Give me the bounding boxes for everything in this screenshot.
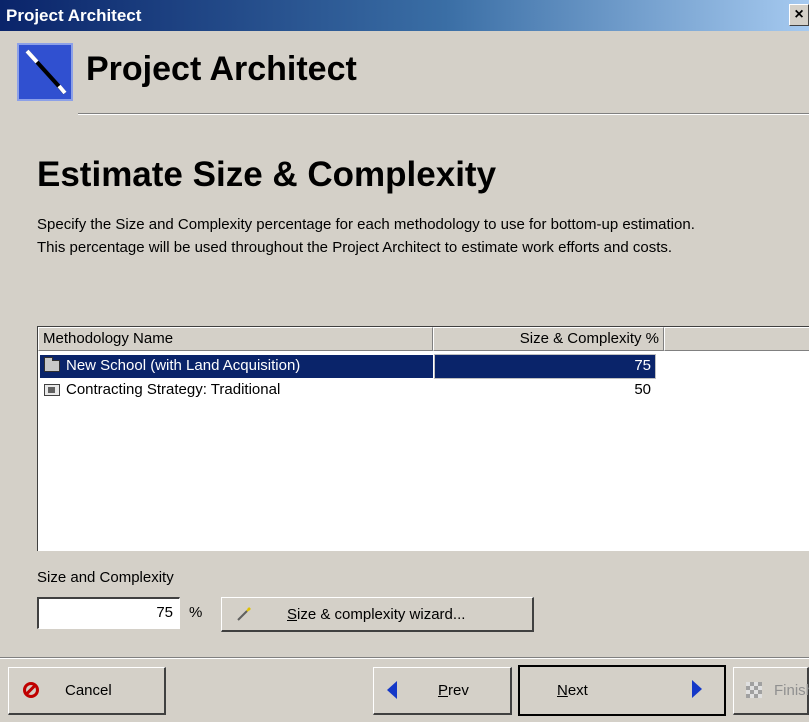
next-button[interactable]: Next <box>518 665 726 716</box>
arrow-right-icon <box>692 680 702 698</box>
row-percent[interactable]: 50 <box>435 379 655 402</box>
prev-button-label: Prev <box>438 682 469 699</box>
magic-wand-icon <box>17 43 73 101</box>
wand-icon <box>236 606 252 622</box>
row-name: New School (with Land Acquisition) <box>66 357 301 374</box>
window-titlebar: Project Architect × <box>0 0 809 31</box>
size-complexity-label: Size and Complexity <box>37 569 174 586</box>
cancel-button[interactable]: Cancel <box>8 667 166 715</box>
percent-sign: % <box>189 604 203 621</box>
folder-icon <box>44 357 60 372</box>
table-row[interactable]: New School (with Land Acquisition) 75 <box>38 354 664 379</box>
prev-button[interactable]: Prev <box>373 667 512 715</box>
size-complexity-wizard-button[interactable]: Size & complexity wizard... <box>221 597 534 632</box>
cancel-icon <box>23 682 39 698</box>
header-title: Project Architect <box>86 50 357 88</box>
row-name: Contracting Strategy: Traditional <box>66 381 281 398</box>
row-name-cell[interactable]: Contracting Strategy: Traditional <box>40 379 433 402</box>
header-divider <box>78 113 809 115</box>
size-complexity-input[interactable]: 75 <box>37 597 180 629</box>
window-title: Project Architect <box>6 5 142 25</box>
finish-button-label: Finish <box>774 682 809 699</box>
close-button[interactable]: × <box>789 4 809 26</box>
description-line-2: This percentage will be used throughout … <box>37 239 673 256</box>
finish-button[interactable]: Finish <box>733 667 809 715</box>
row-percent[interactable]: 75 <box>434 354 656 379</box>
page-description: Specify the Size and Complexity percenta… <box>37 213 807 259</box>
list-header: Methodology Name Size & Complexity % <box>38 327 809 351</box>
checkered-flag-icon <box>746 682 762 698</box>
column-header-filler <box>664 327 809 351</box>
column-header-size-complexity[interactable]: Size & Complexity % <box>433 327 664 351</box>
next-button-label: Next <box>557 682 588 699</box>
page-title: Estimate Size & Complexity <box>37 155 497 194</box>
close-icon: × <box>794 6 804 23</box>
arrow-left-icon <box>387 681 397 699</box>
row-name-cell[interactable]: New School (with Land Acquisition) <box>40 355 433 378</box>
table-row[interactable]: Contracting Strategy: Traditional 50 <box>38 379 664 402</box>
wizard-button-label: Size & complexity wizard... <box>287 605 466 623</box>
strategy-icon <box>44 384 60 396</box>
description-line-1: Specify the Size and Complexity percenta… <box>37 216 695 233</box>
column-header-methodology-name[interactable]: Methodology Name <box>38 327 433 351</box>
methodology-list[interactable]: Methodology Name Size & Complexity % New… <box>37 326 809 551</box>
cancel-button-label: Cancel <box>65 682 112 699</box>
footer-divider <box>0 657 809 659</box>
